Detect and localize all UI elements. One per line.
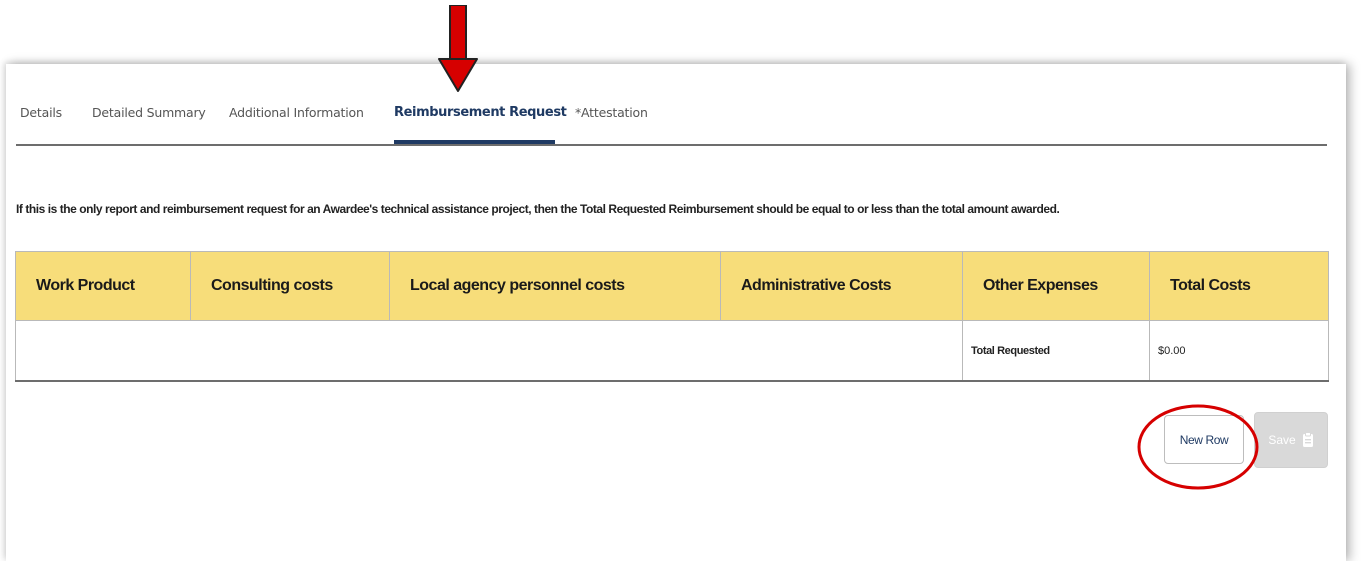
active-tab-indicator bbox=[394, 140, 555, 144]
down-arrow-icon bbox=[438, 5, 478, 92]
tab-additional-information[interactable]: Additional Information bbox=[229, 96, 364, 134]
clipboard-icon bbox=[1302, 432, 1313, 447]
total-requested-value: $0.00 bbox=[1149, 320, 1329, 382]
reimbursement-notice: If this is the only report and reimburse… bbox=[16, 202, 1060, 216]
reimbursement-table: Work Product Consulting costs Local agen… bbox=[15, 251, 1329, 382]
column-header-total-costs: Total Costs bbox=[1149, 251, 1329, 321]
save-button-label: Save bbox=[1268, 433, 1296, 447]
column-header-consulting-costs: Consulting costs bbox=[190, 251, 390, 321]
table-row-total: Total Requested $0.00 bbox=[15, 320, 1329, 382]
save-button[interactable]: Save bbox=[1254, 412, 1328, 468]
highlight-circle-icon bbox=[1137, 404, 1259, 490]
column-header-administrative-costs: Administrative Costs bbox=[720, 251, 963, 321]
table-header-row: Work Product Consulting costs Local agen… bbox=[15, 251, 1329, 321]
total-requested-label: Total Requested bbox=[962, 320, 1150, 382]
tab-detailed-summary[interactable]: Detailed Summary bbox=[92, 96, 206, 134]
tab-attestation[interactable]: *Attestation bbox=[575, 96, 648, 134]
column-header-other-expenses: Other Expenses bbox=[962, 251, 1150, 321]
column-header-work-product: Work Product bbox=[15, 251, 191, 321]
column-header-local-agency-personnel-costs: Local agency personnel costs bbox=[389, 251, 721, 321]
tab-bar: Details Detailed Summary Additional Info… bbox=[16, 96, 1327, 146]
empty-cell bbox=[15, 320, 963, 382]
tab-details[interactable]: Details bbox=[20, 96, 62, 134]
tab-reimbursement-request[interactable]: Reimbursement Request bbox=[394, 96, 567, 134]
